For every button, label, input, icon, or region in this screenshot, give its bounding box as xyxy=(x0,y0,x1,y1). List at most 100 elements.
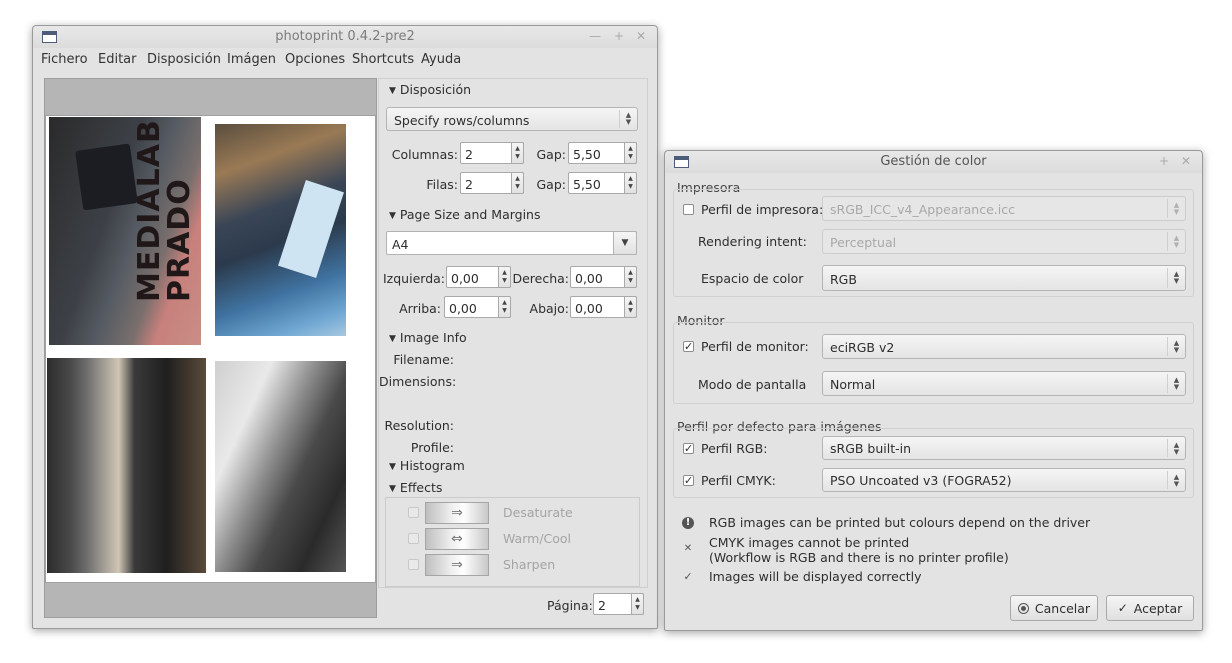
close-icon[interactable]: ✕ xyxy=(1181,154,1191,168)
effect-checkbox[interactable] xyxy=(408,559,419,570)
rendering-intent-combo[interactable]: Perceptual ▲ ▼ xyxy=(822,229,1186,254)
expander-down-icon: ▼ xyxy=(389,211,396,221)
page-spin[interactable]: 2 ▲ ▼ xyxy=(593,593,644,615)
menu-fichero[interactable]: Fichero xyxy=(41,52,88,67)
photo-thumbnail[interactable] xyxy=(215,361,346,572)
effect-checkbox[interactable] xyxy=(408,533,419,544)
menu-editar[interactable]: Editar xyxy=(98,52,137,67)
monitor-profile-label[interactable]: Perfil de monitor: xyxy=(701,339,809,354)
section-image-info[interactable]: ▼ Image Info xyxy=(389,330,467,345)
section-effects-label: Effects xyxy=(399,480,443,495)
expander-down-icon: ▼ xyxy=(389,86,396,96)
rendering-intent-label: Rendering intent: xyxy=(698,234,807,249)
color-space-label: Espacio de color xyxy=(701,271,804,286)
layout-mode-combo[interactable]: Specify rows/columns ▲ ▼ xyxy=(386,107,638,131)
margin-bottom-label: Abajo: xyxy=(529,301,569,316)
color-space-combo[interactable]: RGB ▲ ▼ xyxy=(822,265,1186,291)
status-display-text: Images will be displayed correctly xyxy=(709,569,922,584)
filename-label: Filename: xyxy=(393,352,454,367)
gap-rows-spin[interactable]: 5,50 ▲ ▼ xyxy=(568,172,637,194)
effect-label[interactable]: Sharpen xyxy=(503,557,555,572)
cancel-icon xyxy=(1017,602,1029,614)
margin-left-spin[interactable]: 0,00 ▲ ▼ xyxy=(446,266,511,288)
effect-label[interactable]: Warm/Cool xyxy=(503,531,571,546)
monitor-profile-combo[interactable]: eciRGB v2 ▲ ▼ xyxy=(822,334,1186,359)
dialog-titlebar[interactable]: Gestión de color + ✕ xyxy=(665,151,1202,173)
layout-mode-value: Specify rows/columns xyxy=(394,113,530,128)
photo-thumbnail[interactable] xyxy=(47,358,206,573)
menu-opciones[interactable]: Opciones xyxy=(285,52,345,67)
margin-top-spin[interactable]: 0,00 ▲ ▼ xyxy=(444,296,511,318)
preview-pane[interactable]: MEDIALAB PRADO xyxy=(44,78,377,618)
cmyk-profile-combo[interactable]: PSO Uncoated v3 (FOGRA52) ▲ ▼ xyxy=(822,468,1186,492)
menu-imagen[interactable]: Imágen xyxy=(227,52,276,67)
columns-value: 2 xyxy=(465,147,473,162)
photo-screen-shape xyxy=(278,180,344,278)
spin-arrows-icon[interactable]: ▲ ▼ xyxy=(624,266,637,288)
section-histogram[interactable]: ▼ Histogram xyxy=(389,458,465,473)
section-effects[interactable]: ▼ Effects xyxy=(389,480,442,495)
section-histogram-label: Histogram xyxy=(399,458,465,473)
printer-profile-checkbox[interactable] xyxy=(683,204,694,215)
main-titlebar[interactable]: photoprint 0.4.2-pre2 — + ✕ xyxy=(33,26,657,48)
maximize-icon[interactable]: + xyxy=(1159,154,1169,168)
cmyk-profile-label[interactable]: Perfil CMYK: xyxy=(701,473,776,488)
monitor-profile-checkbox[interactable]: ✓ xyxy=(683,341,694,352)
main-window: photoprint 0.4.2-pre2 — + ✕ Fichero Edit… xyxy=(32,25,658,629)
printer-profile-combo[interactable]: sRGB_ICC_v4_Appearance.icc ▲ ▼ xyxy=(822,196,1186,221)
warning-icon: ! xyxy=(682,517,694,529)
printer-profile-label[interactable]: Perfil de impresora: xyxy=(701,202,823,217)
minimize-icon[interactable]: — xyxy=(589,29,601,43)
rows-spin[interactable]: 2 ▲ ▼ xyxy=(460,172,524,194)
rgb-profile-combo[interactable]: sRGB built-in ▲ ▼ xyxy=(822,436,1186,460)
spin-arrows-icon[interactable]: ▲ ▼ xyxy=(624,172,637,194)
spin-arrows-icon[interactable]: ▲ ▼ xyxy=(511,172,524,194)
margin-bottom-value: 0,00 xyxy=(575,301,603,316)
columns-spin[interactable]: 2 ▲ ▼ xyxy=(460,142,524,164)
monitor-profile-value: eciRGB v2 xyxy=(830,340,895,355)
section-page-size[interactable]: ▼ Page Size and Margins xyxy=(389,207,541,222)
photo-sign-text: MEDIALAB PRADO xyxy=(132,119,197,302)
section-layout[interactable]: ▼ Disposición xyxy=(389,82,471,97)
menu-shortcuts[interactable]: Shortcuts xyxy=(352,52,414,67)
menu-ayuda[interactable]: Ayuda xyxy=(421,52,461,67)
cmyk-profile-checkbox[interactable]: ✓ xyxy=(683,475,694,486)
cancel-button[interactable]: Cancelar xyxy=(1010,595,1098,621)
maximize-icon[interactable]: + xyxy=(614,29,624,43)
gap-columns-label: Gap: xyxy=(536,147,567,162)
cancel-label: Cancelar xyxy=(1034,600,1091,616)
photo-thumbnail[interactable]: MEDIALAB PRADO xyxy=(49,117,201,345)
updown-arrows-icon: ▲ ▼ xyxy=(619,110,637,128)
rows-label: Filas: xyxy=(426,177,458,192)
page-label: Página: xyxy=(547,598,593,613)
dialog-title: Gestión de color xyxy=(880,154,987,169)
effect-checkbox[interactable] xyxy=(408,507,419,518)
accept-button[interactable]: ✓ Aceptar xyxy=(1106,595,1194,621)
margin-bottom-spin[interactable]: 0,00 ▲ ▼ xyxy=(570,296,637,318)
margin-right-spin[interactable]: 0,00 ▲ ▼ xyxy=(570,266,637,288)
gap-columns-spin[interactable]: 5,50 ▲ ▼ xyxy=(568,142,637,164)
menu-disposicion[interactable]: Disposición xyxy=(147,52,221,67)
updown-arrows-icon: ▲ ▼ xyxy=(1167,374,1185,393)
checkmark-icon: ✓ xyxy=(683,570,693,583)
effects-list: ⇒ Desaturate ⇔ Warm/Cool ⇒ Sharpen xyxy=(385,497,640,587)
section-layout-label: Disposición xyxy=(399,82,472,97)
photo-thumbnail[interactable] xyxy=(215,124,346,336)
rgb-profile-checkbox[interactable]: ✓ xyxy=(683,443,694,454)
spin-arrows-icon[interactable]: ▲ ▼ xyxy=(631,593,644,615)
display-mode-combo[interactable]: Normal ▲ ▼ xyxy=(822,371,1186,396)
spin-arrows-icon[interactable]: ▲ ▼ xyxy=(511,142,524,164)
display-mode-value: Normal xyxy=(830,377,876,392)
margin-right-value: 0,00 xyxy=(575,271,603,286)
rgb-profile-value: sRGB built-in xyxy=(830,441,912,456)
page-size-combo[interactable]: A4 ▼ xyxy=(386,231,637,255)
effect-label[interactable]: Desaturate xyxy=(503,505,573,520)
settings-panel: ▼ Disposición Specify rows/columns ▲ ▼ Col… xyxy=(378,78,648,588)
spin-arrows-icon[interactable]: ▲ ▼ xyxy=(624,296,637,318)
page-value: 2 xyxy=(598,598,606,613)
gap-rows-label: Gap: xyxy=(536,177,567,192)
rgb-profile-label[interactable]: Perfil RGB: xyxy=(701,441,767,456)
dropdown-arrow-icon[interactable]: ▼ xyxy=(613,231,637,255)
spin-arrows-icon[interactable]: ▲ ▼ xyxy=(624,142,637,164)
close-icon[interactable]: ✕ xyxy=(636,29,646,43)
